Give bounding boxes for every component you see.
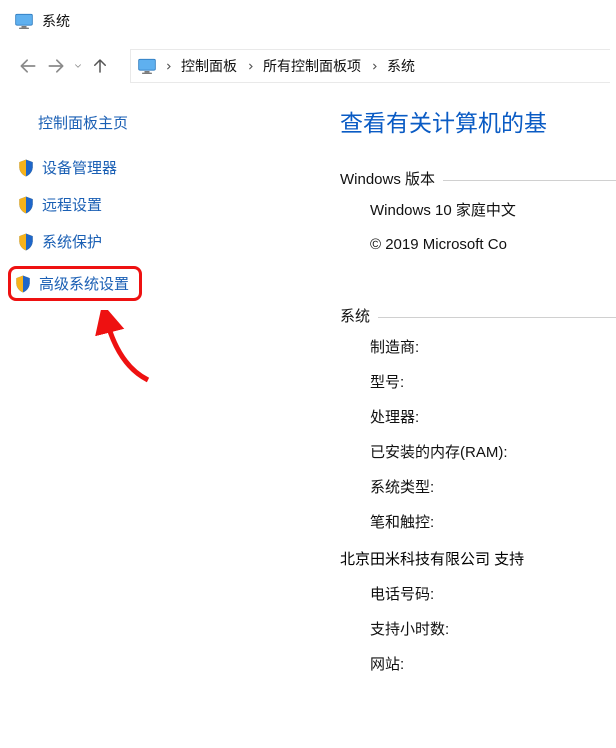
chevron-right-icon [161, 62, 175, 71]
sidebar-link-advanced-settings[interactable]: 高级系统设置 [8, 266, 142, 301]
field-system-type: 系统类型: [370, 476, 616, 497]
nav-recent-dropdown[interactable] [70, 52, 86, 80]
chevron-right-icon [367, 62, 381, 71]
field-manufacturer: 制造商: [370, 336, 616, 357]
chevron-right-icon [243, 62, 257, 71]
group-windows-edition: Windows 版本 [340, 168, 435, 189]
nav-up-button[interactable] [86, 52, 114, 80]
breadcrumb-item[interactable]: 系统 [381, 50, 421, 82]
field-pen-touch: 笔和触控: [370, 511, 616, 532]
field-phone: 电话号码: [370, 583, 616, 604]
title-bar: 系统 [0, 0, 616, 38]
sidebar-link-device-manager[interactable]: 设备管理器 [12, 155, 240, 180]
field-processor: 处理器: [370, 406, 616, 427]
field-model: 型号: [370, 371, 616, 392]
sidebar-link-label: 远程设置 [42, 194, 102, 215]
breadcrumb[interactable]: 控制面板 所有控制面板项 系统 [130, 49, 610, 83]
nav-row: 控制面板 所有控制面板项 系统 [0, 44, 616, 88]
shield-icon [16, 158, 36, 178]
sidebar-link-label: 设备管理器 [42, 157, 117, 178]
breadcrumb-item[interactable]: 控制面板 [175, 50, 243, 82]
sidebar-link-label: 高级系统设置 [39, 273, 129, 294]
system-icon [14, 11, 34, 31]
sidebar: 控制面板主页 设备管理器 远程设置 系统保护 高级系统设置 [0, 104, 240, 688]
main-content: 查看有关计算机的基 Windows 版本 Windows 10 家庭中文 © 2… [240, 104, 616, 688]
window-title: 系统 [42, 11, 70, 31]
shield-icon [16, 195, 36, 215]
breadcrumb-item[interactable]: 所有控制面板项 [257, 50, 367, 82]
sidebar-link-remote-settings[interactable]: 远程设置 [12, 192, 240, 217]
sidebar-link-label: 系统保护 [42, 231, 102, 252]
computer-icon [137, 56, 157, 76]
sidebar-link-system-protection[interactable]: 系统保护 [12, 229, 240, 254]
windows-copyright-line: © 2019 Microsoft Co [370, 236, 616, 253]
nav-back-button[interactable] [14, 52, 42, 80]
field-website: 网站: [370, 653, 616, 674]
windows-edition-line: Windows 10 家庭中文 [370, 199, 616, 220]
field-ram: 已安装的内存(RAM): [370, 441, 616, 462]
field-support-hours: 支持小时数: [370, 618, 616, 639]
group-system: 系统 [340, 305, 370, 326]
support-heading: 北京田米科技有限公司 支持 [340, 548, 616, 569]
nav-forward-button[interactable] [42, 52, 70, 80]
page-heading: 查看有关计算机的基 [340, 104, 616, 138]
shield-icon [13, 274, 33, 294]
shield-icon [16, 232, 36, 252]
sidebar-home-link[interactable]: 控制面板主页 [38, 112, 240, 133]
